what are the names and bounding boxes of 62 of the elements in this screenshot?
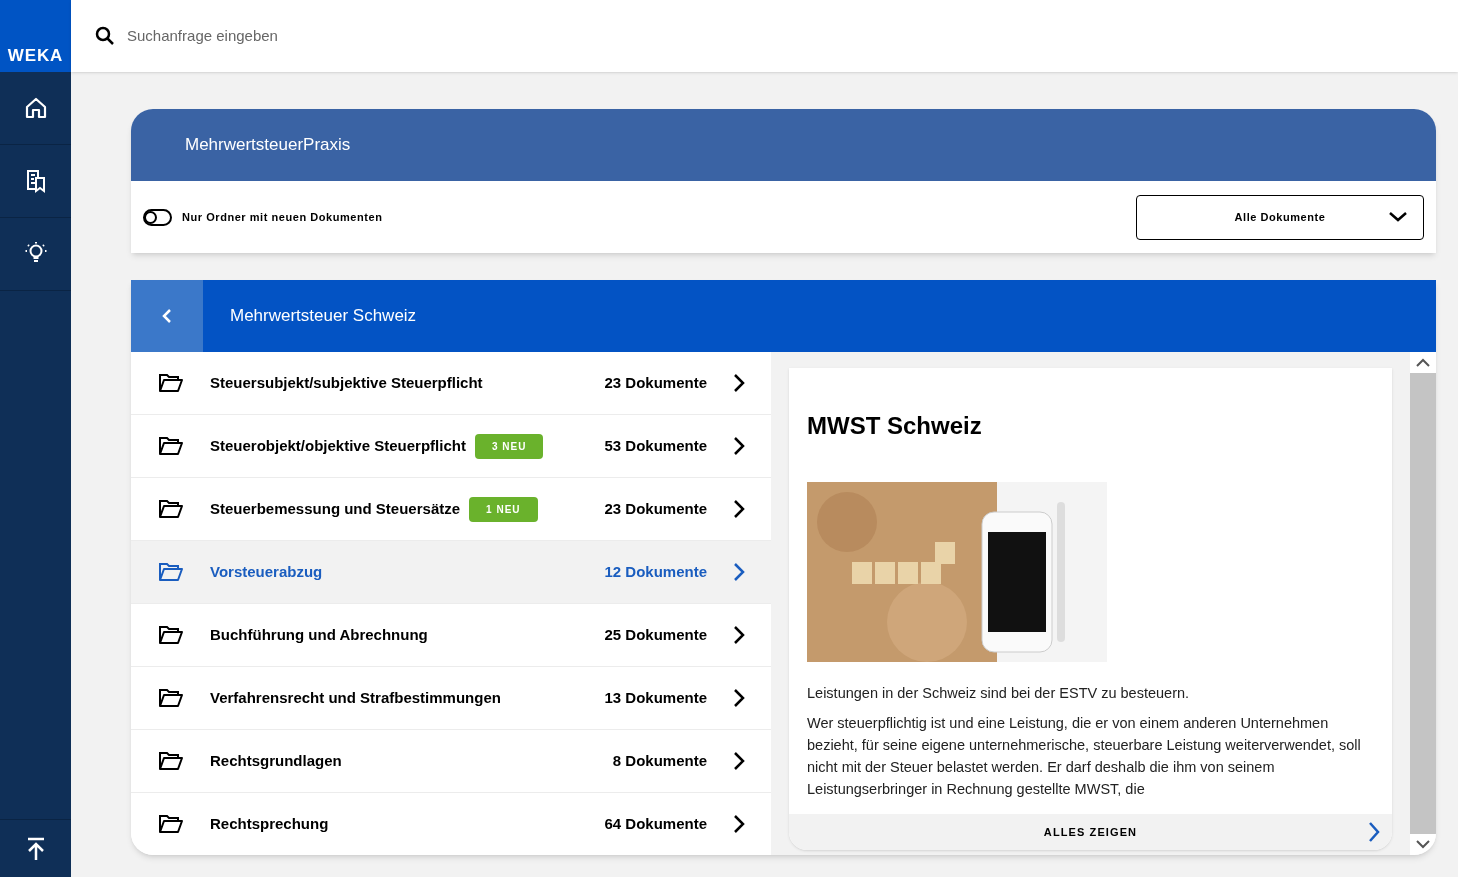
chevron-right-icon — [733, 814, 745, 834]
chevron-left-icon — [162, 308, 172, 324]
arrow-up-icon — [25, 836, 46, 861]
folder-icon — [158, 751, 184, 771]
folder-row[interactable]: Rechtsprechung 64 Dokumente — [131, 793, 771, 855]
folder-icon — [158, 814, 184, 834]
folder-row[interactable]: Verfahrensrecht und Strafbestimmungen 13 Dokumente — [131, 667, 771, 730]
document-icon — [24, 169, 47, 193]
scroll-up-icon — [1416, 358, 1430, 367]
document-count: 8 Dokumente — [612, 750, 707, 771]
document-count: 13 Dokumente — [604, 687, 707, 708]
chevron-right-icon — [733, 688, 745, 708]
preview-paragraph: Wer steuerpflichtig ist und eine Leistung, die er von einem anderen Unternehmen bezieht, für seine eigene unternehmerische, steuerbare Leistung weiterverwendet, soll nicht mit der Steuer belastet werden. Er darf deshalb die ihm von seinem Leistungserbringer in Rechnung gestellte MWST, die — [807, 714, 1362, 799]
search-icon — [95, 26, 115, 46]
chevron-right-icon — [733, 562, 745, 582]
folder-icon — [158, 499, 184, 519]
folder-name: Steuerobjekt/objektive Steuerpflicht — [210, 435, 466, 456]
folder-icon — [158, 436, 184, 456]
document-dropdown[interactable]: Alle Dokumente — [1136, 194, 1424, 240]
folder-row[interactable]: Steuerbemessung und Steuersätze 1 NEU 23 Dokumente — [131, 478, 771, 541]
toggle-switch[interactable] — [143, 208, 172, 226]
preview-title: MWST Schweiz — [807, 411, 983, 441]
folder-icon — [158, 625, 184, 645]
folder-name: Steuersubjekt/subjektive Steuerpflicht — [210, 372, 483, 393]
folder-title: Mehrwertsteuer Schweiz — [230, 305, 417, 328]
folder-row[interactable]: Vorsteuerabzug 12 Dokumente — [131, 541, 771, 604]
document-count: 23 Dokumente — [604, 372, 707, 393]
chevron-right-icon — [733, 499, 745, 519]
chevron-right-icon — [733, 373, 745, 393]
toggle-label: Nur Ordner mit neuen Dokumenten — [182, 209, 383, 225]
home-icon — [23, 96, 48, 120]
preview-paragraph: Leistungen in der Schweiz sind bei der ESTV zu besteuern. — [807, 684, 1191, 703]
product-title: MehrwertsteuerPraxis — [185, 134, 351, 157]
document-count: 53 Dokumente — [604, 435, 707, 456]
folder-name: Vorsteuerabzug — [210, 561, 323, 582]
folder-icon — [158, 373, 184, 393]
document-count: 12 Dokumente — [604, 561, 707, 582]
folder-row[interactable]: Steuerobjekt/objektive Steuerpflicht 3 NEU 53 Dokumente — [131, 415, 771, 478]
folder-name: Rechtsprechung — [210, 813, 329, 834]
scroll-down-icon — [1416, 840, 1430, 849]
folder-name: Buchführung und Abrechnung — [210, 624, 428, 645]
folder-row[interactable]: Steuersubjekt/subjektive Steuerpflicht 23 Dokumente — [131, 352, 771, 415]
folder-row[interactable]: Buchführung und Abrechnung 25 Dokumente — [131, 604, 771, 667]
folder-name: Steuerbemessung und Steuersätze — [210, 498, 461, 519]
document-count: 23 Dokumente — [604, 498, 707, 519]
chevron-right-icon — [733, 625, 745, 645]
new-badge: 1 NEU — [469, 496, 538, 522]
chevron-right-icon — [733, 436, 745, 456]
document-count: 25 Dokumente — [604, 624, 707, 645]
document-count: 64 Dokumente — [604, 813, 707, 834]
chevron-right-icon — [733, 751, 745, 771]
folder-row[interactable]: Rechtsgrundlagen 8 Dokumente — [131, 730, 771, 793]
chevron-right-icon — [1368, 821, 1380, 843]
logo[interactable]: WEKA — [0, 0, 71, 72]
chevron-down-icon — [1389, 212, 1407, 222]
folder-icon — [158, 562, 184, 582]
search-field[interactable]: Suchanfrage eingeben — [127, 24, 527, 48]
show-all-button[interactable]: ALLES ZEIGEN — [789, 814, 1392, 850]
new-badge: 3 NEU — [474, 433, 544, 459]
folder-name: Rechtsgrundlagen — [210, 750, 342, 771]
folder-name: Verfahrensrecht und Strafbestimmungen — [210, 687, 501, 708]
folder-icon — [158, 688, 184, 708]
